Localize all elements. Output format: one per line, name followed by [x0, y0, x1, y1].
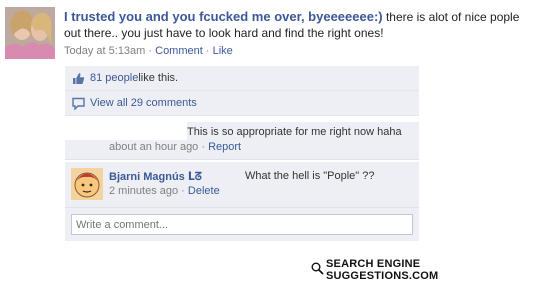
like-link[interactable]: Like	[213, 45, 233, 57]
redacted-area	[65, 122, 187, 140]
comment-item: This is so appropriate for me right now …	[65, 122, 419, 160]
post-timestamp[interactable]: Today at 5:13am	[64, 45, 145, 57]
meta-separator: ·	[198, 141, 209, 153]
view-all-comments-link[interactable]: View all 29 comments	[90, 97, 197, 109]
comment-meta: 2 minutes ago · Delete	[109, 185, 220, 197]
write-comment-row	[65, 208, 419, 241]
comment-text: What the hell is "Pople" ??	[245, 170, 375, 182]
magnifier-icon	[311, 262, 324, 278]
poster-avatar[interactable]	[5, 7, 55, 59]
comment-link[interactable]: Comment	[155, 45, 203, 57]
watermark-text: SEARCH ENGINE SUGGESTIONS.COM	[326, 258, 439, 282]
meta-separator: ·	[178, 185, 188, 197]
comment-text: This is so appropriate for me right now …	[187, 126, 402, 138]
likes-suffix: like this.	[138, 72, 179, 84]
feedback-box: 81 people like this. View all 29 comment…	[65, 66, 419, 241]
report-link[interactable]: Report	[208, 141, 241, 153]
meta-separator: ·	[145, 45, 156, 57]
post-author[interactable]: I trusted you and you fcucked me over, b…	[64, 9, 383, 24]
comment-meta: about an hour ago · Report	[109, 141, 241, 153]
status-post: I trusted you and you fcucked me over, b…	[64, 9, 524, 41]
commenter-name[interactable]: Bjarni Magnús ᒪᘔ	[109, 170, 202, 184]
view-all-row[interactable]: View all 29 comments	[65, 91, 419, 116]
likes-count-link[interactable]: 81 people	[90, 72, 138, 84]
write-comment-input[interactable]	[71, 214, 413, 235]
meta-separator: ·	[202, 45, 213, 57]
post-meta: Today at 5:13am · Comment · Like	[64, 45, 233, 57]
comment-bubble-icon	[72, 97, 85, 111]
comment-time: about an hour ago	[109, 141, 199, 153]
comment-time: 2 minutes ago	[109, 185, 179, 197]
comment-item: Bjarni Magnús ᒪᘔ What the hell is "Pople…	[65, 162, 419, 208]
delete-link[interactable]: Delete	[188, 185, 220, 197]
thumbs-up-icon	[72, 72, 85, 85]
commenter-avatar[interactable]	[71, 168, 103, 200]
likes-row: 81 people like this.	[65, 66, 419, 91]
watermark: SEARCH ENGINE SUGGESTIONS.COM	[311, 258, 534, 282]
